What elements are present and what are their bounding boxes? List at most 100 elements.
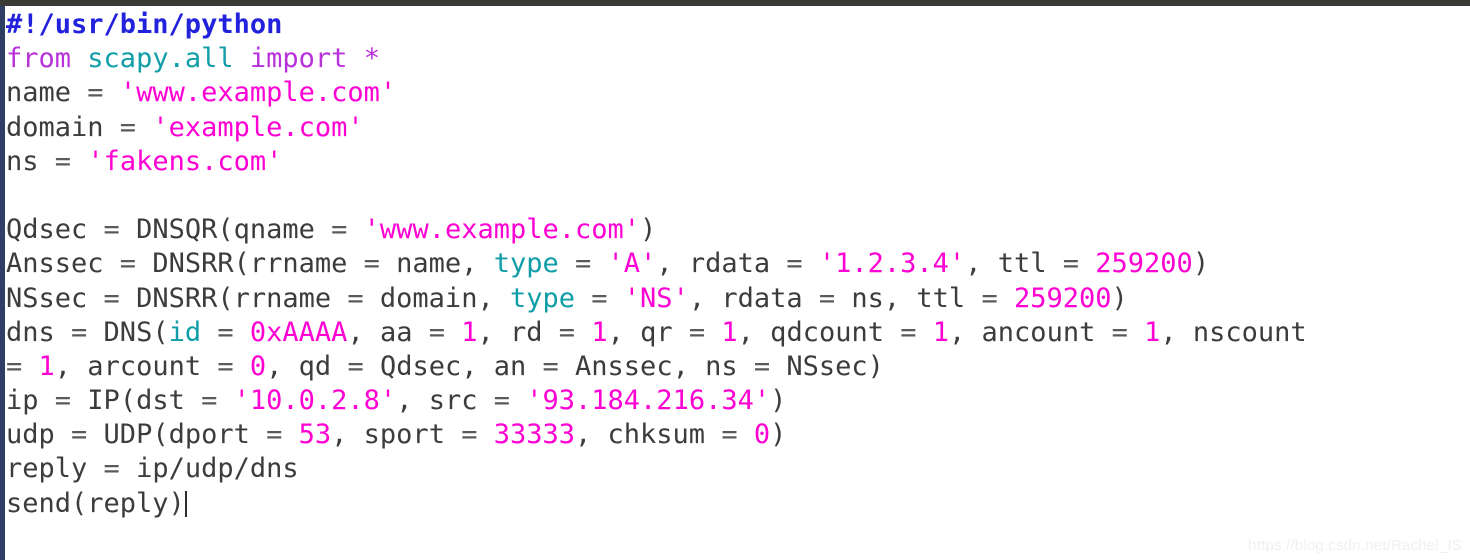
code-token-op: = bbox=[461, 419, 478, 451]
code-token-op: = bbox=[6, 350, 23, 382]
code-token-plain: ip bbox=[6, 385, 55, 417]
code-token-plain: domain, bbox=[363, 282, 510, 314]
code-line[interactable]: domain = 'example.com' bbox=[6, 111, 1470, 145]
code-token-param: type bbox=[493, 248, 559, 280]
code-token-plain: DNSQR(qname bbox=[119, 214, 332, 246]
code-token-plain: , nscount bbox=[1160, 316, 1307, 348]
code-token-plain: , ancount bbox=[949, 316, 1112, 348]
code-token-plain: Qdsec, an bbox=[363, 350, 543, 382]
code-line[interactable]: send(reply) bbox=[6, 487, 1470, 521]
code-token-keyword: from bbox=[6, 43, 72, 75]
code-token-number: 1 bbox=[461, 316, 478, 348]
code-token-plain: ns bbox=[6, 145, 55, 177]
code-line[interactable]: = 1, arcount = 0, qd = Qdsec, an = Ansse… bbox=[6, 350, 1470, 384]
code-token-param: id bbox=[168, 316, 202, 348]
code-token-plain: IP(dst bbox=[71, 385, 202, 417]
code-line[interactable]: ns = 'fakens.com' bbox=[6, 145, 1470, 179]
code-line[interactable] bbox=[6, 179, 1470, 213]
code-token-number: 33333 bbox=[493, 419, 576, 451]
code-token-module: scapy.all bbox=[87, 43, 234, 75]
code-token-string: '93.184.216.34' bbox=[526, 385, 771, 417]
code-line[interactable]: Qdsec = DNSQR(qname = 'www.example.com') bbox=[6, 213, 1470, 247]
code-token-plain: , rdata bbox=[656, 248, 787, 280]
code-token-op: = bbox=[786, 248, 803, 280]
code-token-plain: , aa bbox=[347, 316, 429, 348]
code-line[interactable]: #!/usr/bin/python bbox=[6, 8, 1470, 42]
code-token-plain: Qdsec bbox=[6, 214, 104, 246]
code-token-op: = bbox=[71, 419, 88, 451]
code-editor[interactable]: #!/usr/bin/python from scapy.all import *… bbox=[0, 0, 1470, 560]
code-token-plain: ) bbox=[1111, 282, 1128, 314]
code-text-area[interactable]: #!/usr/bin/python from scapy.all import *… bbox=[5, 6, 1470, 560]
code-token-op: = bbox=[558, 316, 576, 348]
code-token-number: 1 bbox=[591, 316, 608, 348]
code-token-plain: name, bbox=[379, 248, 494, 280]
code-token-number: 1 bbox=[38, 350, 55, 382]
code-line[interactable]: reply = ip/udp/dns bbox=[6, 452, 1470, 486]
code-line[interactable]: Anssec = DNSRR(rrname = name, type = 'A'… bbox=[6, 247, 1470, 281]
code-token-plain: ) bbox=[1192, 248, 1210, 280]
code-token-plain: ) bbox=[770, 385, 787, 417]
code-token-plain: name bbox=[6, 77, 88, 109]
code-line[interactable]: dns = DNS(id = 0xAAAA, aa = 1, rd = 1, q… bbox=[6, 316, 1470, 350]
code-line[interactable]: ip = IP(dst = '10.0.2.8', src = '93.184.… bbox=[6, 384, 1470, 418]
code-token-number: 0 bbox=[249, 350, 267, 382]
code-token-op: = bbox=[753, 350, 771, 382]
code-token-plain: dns bbox=[6, 316, 72, 348]
code-token-number: 259200 bbox=[1095, 248, 1193, 280]
code-token-number: 259200 bbox=[1013, 282, 1112, 314]
code-token-plain: NSsec) bbox=[770, 350, 884, 382]
code-token-plain: ) bbox=[770, 419, 787, 451]
code-token-plain: , src bbox=[396, 385, 494, 417]
code-line[interactable]: NSsec = DNSRR(rrname = domain, type = 'N… bbox=[6, 282, 1470, 316]
code-token-plain: , rdata bbox=[688, 282, 819, 314]
code-token-op: = bbox=[54, 145, 72, 177]
code-token-string: 'fakens.com' bbox=[87, 145, 283, 177]
code-line[interactable]: name = 'www.example.com' bbox=[6, 76, 1470, 110]
code-token-op: = bbox=[87, 77, 104, 109]
code-token-op: = bbox=[900, 316, 917, 348]
code-token-plain: NSsec bbox=[6, 282, 104, 314]
code-token-keyword: * bbox=[363, 43, 380, 75]
code-token-plain: , qd bbox=[266, 350, 348, 382]
code-token-plain: , chksum bbox=[575, 419, 722, 451]
code-token-plain: , qr bbox=[607, 316, 689, 348]
code-token-op: = bbox=[119, 248, 137, 280]
code-token-op: = bbox=[54, 385, 72, 417]
code-token-plain: ip/udp/dns bbox=[119, 453, 299, 485]
code-token-op: = bbox=[1111, 316, 1128, 348]
code-line[interactable]: from scapy.all import * bbox=[6, 42, 1470, 76]
code-token-string: 'example.com' bbox=[152, 111, 364, 143]
code-token-plain: , rd bbox=[477, 316, 559, 348]
code-token-op: = bbox=[331, 214, 348, 246]
code-token-plain: , ttl bbox=[965, 248, 1063, 280]
code-token-op: = bbox=[201, 385, 218, 417]
code-token-number: 53 bbox=[298, 419, 332, 451]
code-token-plain: udp bbox=[6, 419, 72, 451]
code-token-op: = bbox=[347, 350, 364, 382]
code-token-op: = bbox=[217, 316, 234, 348]
code-token-plain: , arcount bbox=[54, 350, 218, 382]
code-token-plain: , qdcount bbox=[737, 316, 901, 348]
text-cursor bbox=[184, 490, 187, 517]
code-line[interactable]: udp = UDP(dport = 53, sport = 33333, chk… bbox=[6, 418, 1470, 452]
code-token-plain: domain bbox=[6, 111, 120, 143]
code-token-plain: Anssec, ns bbox=[558, 350, 754, 382]
